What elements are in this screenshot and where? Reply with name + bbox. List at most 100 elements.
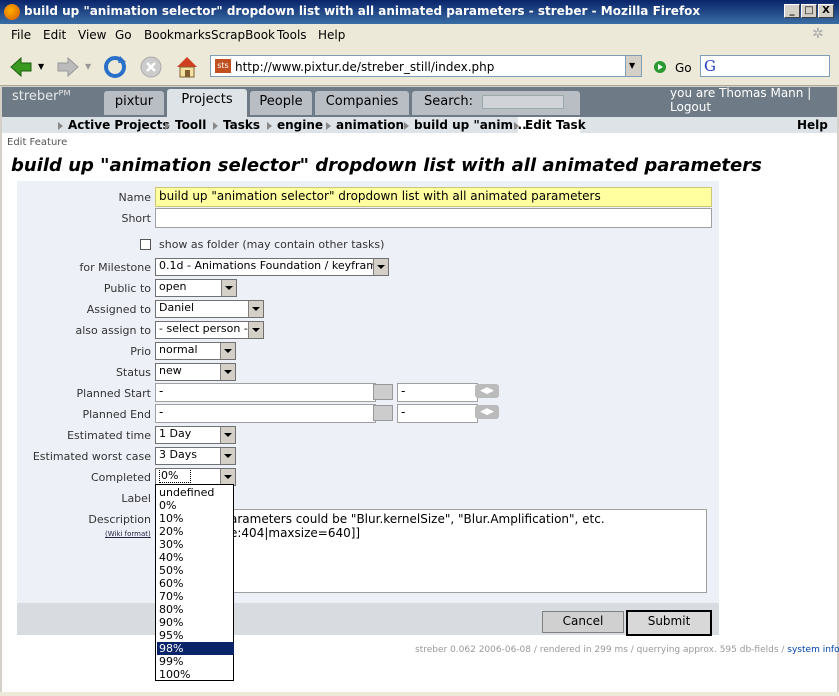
worst-case-select[interactable]: 3 Days xyxy=(155,447,236,465)
dropdown-option-30[interactable]: 30% xyxy=(157,538,234,551)
dropdown-option-99[interactable]: 99% xyxy=(157,655,234,668)
estimated-select[interactable]: 1 Day xyxy=(155,426,236,444)
dropdown-option-20[interactable]: 20% xyxy=(157,525,234,538)
folder-checkbox[interactable] xyxy=(140,239,151,250)
also-assign-label: also assign to xyxy=(75,324,151,337)
chevron-down-icon xyxy=(220,364,235,380)
crumb-arrow-icon xyxy=(165,122,170,130)
planned-end-date-input[interactable]: - xyxy=(155,404,376,423)
close-button[interactable]: X xyxy=(818,4,834,18)
name-label: Name xyxy=(118,191,151,204)
status-select[interactable]: new xyxy=(155,363,236,381)
dropdown-option-10[interactable]: 10% xyxy=(157,512,234,525)
chevron-down-icon xyxy=(221,280,236,296)
window-titlebar: build up "animation selector" dropdown l… xyxy=(0,0,839,24)
description-line-1: arameters could be "Blur.kernelSize", "B… xyxy=(230,512,605,526)
short-label: Short xyxy=(121,212,151,225)
go-button[interactable]: Go xyxy=(675,61,692,75)
chevron-down-icon xyxy=(248,322,263,338)
menu-go[interactable]: Go xyxy=(115,28,132,42)
tab-companies[interactable]: Companies xyxy=(315,91,409,115)
back-dropdown-icon[interactable]: ▼ xyxy=(38,62,44,71)
dropdown-option-70[interactable]: 70% xyxy=(157,590,234,603)
menu-bookmarks[interactable]: Bookmarks xyxy=(144,28,211,42)
menu-edit[interactable]: Edit xyxy=(43,28,66,42)
planned-start-label: Planned Start xyxy=(76,387,152,400)
prio-value: normal xyxy=(159,343,198,356)
menu-file[interactable]: File xyxy=(11,28,31,42)
logout-link[interactable]: Logout xyxy=(670,100,711,114)
help-link[interactable]: Help xyxy=(797,118,828,132)
url-bar[interactable]: sts http://www.pixtur.de/streber_still/i… xyxy=(210,55,642,77)
name-input[interactable]: build up "animation selector" dropdown l… xyxy=(155,187,712,207)
menu-bar: File Edit View Go Bookmarks ScrapBook To… xyxy=(0,24,839,46)
dropdown-option-98[interactable]: 98% xyxy=(157,642,234,655)
crumb-active-projects[interactable]: Active Projects xyxy=(68,118,170,132)
chevron-down-icon xyxy=(220,469,235,485)
description-textarea[interactable]: arameters could be "Blur.kernelSize", "B… xyxy=(155,509,707,593)
go-icon[interactable] xyxy=(653,60,667,74)
assigned-select[interactable]: Daniel xyxy=(155,300,264,318)
also-assign-select[interactable]: - select person - xyxy=(155,321,264,339)
maximize-button[interactable]: □ xyxy=(801,4,817,18)
completed-value: 0% xyxy=(159,469,192,483)
wiki-format-link[interactable]: (Wiki format) xyxy=(105,530,151,538)
description-label: Description xyxy=(88,513,151,526)
tab-projects[interactable]: Projects xyxy=(167,89,247,117)
prio-select[interactable]: normal xyxy=(155,342,236,360)
milestone-select[interactable]: 0.1d - Animations Foundation / keyframin… xyxy=(155,258,389,276)
user-info: you are Thomas Mann | Logout xyxy=(670,86,812,114)
planned-start-time-input[interactable]: - xyxy=(397,383,478,402)
submit-button[interactable]: Submit xyxy=(626,610,712,636)
user-name-text: you are Thomas Mann xyxy=(670,86,804,100)
tab-people[interactable]: People xyxy=(250,91,312,115)
search-input[interactable] xyxy=(482,95,564,109)
folder-checkbox-label: show as folder (may contain other tasks) xyxy=(159,238,385,251)
back-arrow-icon[interactable] xyxy=(8,54,34,80)
dropdown-option-90[interactable]: 90% xyxy=(157,616,234,629)
dropdown-option-95[interactable]: 95% xyxy=(157,629,234,642)
status-value: new xyxy=(159,364,182,377)
short-input[interactable] xyxy=(155,208,712,228)
prio-label: Prio xyxy=(130,345,151,358)
dropdown-option-50[interactable]: 50% xyxy=(157,564,234,577)
url-dropdown-button[interactable]: ▼ xyxy=(625,56,641,76)
dropdown-option-100[interactable]: 100% xyxy=(157,668,234,681)
cancel-button[interactable]: Cancel xyxy=(542,611,624,633)
public-select[interactable]: open xyxy=(155,279,237,297)
home-icon[interactable] xyxy=(174,54,200,80)
search-engine-box[interactable]: G xyxy=(700,55,830,77)
crumb-animation[interactable]: animation xyxy=(336,118,404,132)
system-info-link[interactable]: system info xyxy=(787,645,839,655)
menu-tools[interactable]: Tools xyxy=(277,28,307,42)
time-stepper-icon[interactable]: ◀▶ xyxy=(475,384,499,398)
crumb-engine[interactable]: engine xyxy=(277,118,323,132)
completed-label: Completed xyxy=(91,471,151,484)
status-label: Status xyxy=(115,366,151,379)
dropdown-option-40[interactable]: 40% xyxy=(157,551,234,564)
dropdown-option-80[interactable]: 80% xyxy=(157,603,234,616)
crumb-arrow-icon xyxy=(213,122,218,130)
calendar-icon[interactable] xyxy=(373,405,393,421)
menu-help[interactable]: Help xyxy=(318,28,345,42)
menu-view[interactable]: View xyxy=(78,28,106,42)
crumb-tasks[interactable]: Tasks xyxy=(223,118,260,132)
chevron-down-icon xyxy=(220,448,235,464)
forward-dropdown-icon[interactable]: ▼ xyxy=(85,62,91,71)
calendar-icon[interactable] xyxy=(373,384,393,400)
menu-scrapbook[interactable]: ScrapBook xyxy=(211,28,275,42)
crumb-tooll[interactable]: Tooll xyxy=(175,118,206,132)
tab-pixtur[interactable]: pixtur xyxy=(104,91,164,115)
reload-icon[interactable] xyxy=(102,54,128,80)
planned-end-time-input[interactable]: - xyxy=(397,404,478,423)
url-text: http://www.pixtur.de/streber_still/index… xyxy=(235,60,495,74)
dropdown-option-undefined[interactable]: undefined xyxy=(157,486,234,499)
dropdown-option-0[interactable]: 0% xyxy=(157,499,234,512)
crumb-task[interactable]: build up "anim... xyxy=(414,118,527,132)
stop-icon[interactable] xyxy=(138,54,164,80)
forward-arrow-icon[interactable] xyxy=(55,54,81,80)
dropdown-option-60[interactable]: 60% xyxy=(157,577,234,590)
minimize-button[interactable]: _ xyxy=(784,4,800,18)
planned-start-date-input[interactable]: - xyxy=(155,383,376,402)
time-stepper-icon[interactable]: ◀▶ xyxy=(475,405,499,419)
